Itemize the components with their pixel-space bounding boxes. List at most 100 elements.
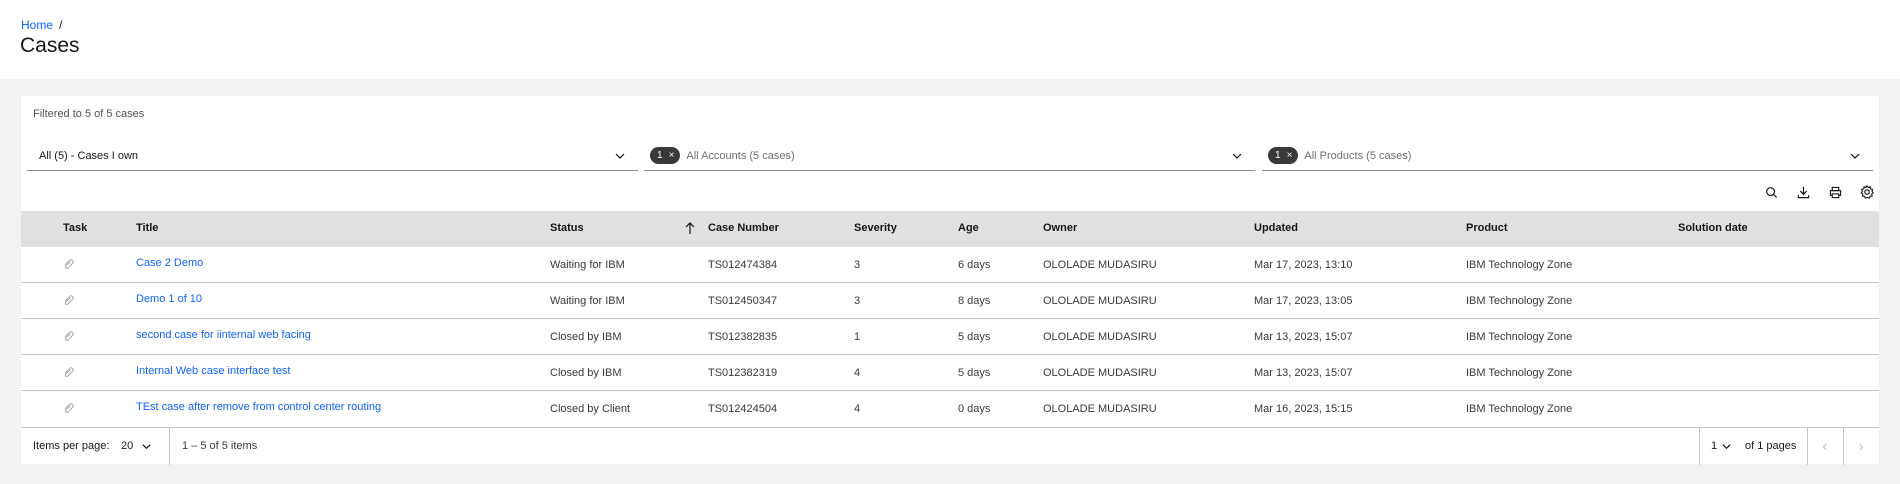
download-icon xyxy=(1797,186,1809,198)
table-row: second case for iinternal web facing Clo… xyxy=(21,319,1879,355)
case-updated: Mar 17, 2023, 13:05 xyxy=(1254,295,1353,307)
products-tag-count: 1 xyxy=(1275,150,1281,161)
case-owner: OLOLADE MUDASIRU xyxy=(1043,331,1157,343)
column-header-owner[interactable]: Owner xyxy=(1043,222,1077,234)
case-owner: OLOLADE MUDASIRU xyxy=(1043,403,1157,415)
case-number: TS012382319 xyxy=(708,367,778,379)
case-title-link[interactable]: Demo 1 of 10 xyxy=(136,293,202,305)
case-updated: Mar 13, 2023, 15:07 xyxy=(1254,331,1353,343)
case-updated: Mar 13, 2023, 15:07 xyxy=(1254,367,1353,379)
case-severity: 4 xyxy=(854,403,861,415)
column-header-title[interactable]: Title xyxy=(136,222,158,234)
case-number: TS012424504 xyxy=(708,403,778,415)
case-status: Closed by IBM xyxy=(550,367,622,379)
case-product: IBM Technology Zone xyxy=(1466,403,1573,415)
case-title-link[interactable]: Internal Web case interface test xyxy=(136,365,291,377)
task-icon[interactable] xyxy=(63,329,75,341)
next-page-button[interactable] xyxy=(1843,428,1879,465)
case-age: 8 days xyxy=(958,295,991,307)
case-age: 6 days xyxy=(958,259,991,271)
page-select[interactable]: 1 xyxy=(1711,440,1732,452)
download-button[interactable] xyxy=(1795,184,1811,200)
view-filter-value: All (5) - Cases I own xyxy=(39,149,139,162)
cases-panel: Filtered to 5 of 5 cases All (5) - Cases… xyxy=(21,96,1879,465)
clear-accounts-icon[interactable]: × xyxy=(669,150,675,161)
task-icon[interactable] xyxy=(63,293,75,305)
settings-button[interactable] xyxy=(1859,184,1875,200)
case-severity: 3 xyxy=(854,295,861,307)
cases-table: Task Title Status Case Number Severity A… xyxy=(21,211,1879,427)
case-status: Waiting for IBM xyxy=(550,295,625,307)
case-age: 5 days xyxy=(958,331,991,343)
clear-products-icon[interactable]: × xyxy=(1287,150,1293,161)
case-product: IBM Technology Zone xyxy=(1466,367,1573,379)
page-header: Home / Cases xyxy=(0,0,1900,79)
table-row: Case 2 Demo Waiting for IBM TS012474384 … xyxy=(21,247,1879,283)
table-toolbar xyxy=(1763,184,1879,200)
column-header-product[interactable]: Product xyxy=(1466,222,1508,234)
case-product: IBM Technology Zone xyxy=(1466,331,1573,343)
chevron-down-icon xyxy=(1722,443,1731,449)
products-filter-tag: 1 × xyxy=(1268,147,1299,164)
case-updated: Mar 16, 2023, 15:15 xyxy=(1254,403,1353,415)
items-per-page-value: 20 xyxy=(121,440,134,452)
print-button[interactable] xyxy=(1827,184,1843,200)
case-severity: 4 xyxy=(854,367,861,379)
item-range: 1 – 5 of 5 items xyxy=(182,440,258,452)
table-header: Task Title Status Case Number Severity A… xyxy=(21,211,1879,247)
previous-page-button[interactable] xyxy=(1807,428,1843,465)
items-per-page-select[interactable]: 20 xyxy=(121,440,152,452)
divider xyxy=(169,428,170,465)
case-status: Closed by Client xyxy=(550,403,631,415)
case-owner: OLOLADE MUDASIRU xyxy=(1043,259,1157,271)
task-icon[interactable] xyxy=(63,401,75,413)
search-icon xyxy=(1765,186,1777,198)
breadcrumb-home-link[interactable]: Home xyxy=(21,18,53,32)
case-status: Closed by IBM xyxy=(550,331,622,343)
accounts-filter-placeholder: All Accounts (5 cases) xyxy=(686,149,795,162)
case-title-link[interactable]: Case 2 Demo xyxy=(136,257,203,269)
case-number: TS012382835 xyxy=(708,331,778,343)
case-number: TS012474384 xyxy=(708,259,778,271)
sort-ascending-icon[interactable] xyxy=(684,221,696,235)
accounts-filter-tag: 1 × xyxy=(650,147,681,164)
accounts-filter-dropdown[interactable]: 1 × All Accounts (5 cases) xyxy=(644,141,1255,171)
column-header-case-number[interactable]: Case Number xyxy=(708,222,779,234)
case-product: IBM Technology Zone xyxy=(1466,259,1573,271)
case-title-link[interactable]: second case for iinternal web facing xyxy=(136,329,311,341)
products-filter-placeholder: All Products (5 cases) xyxy=(1304,149,1412,162)
products-filter-dropdown[interactable]: 1 × All Products (5 cases) xyxy=(1262,141,1873,171)
case-number: TS012450347 xyxy=(708,295,778,307)
breadcrumb-separator: / xyxy=(59,18,63,32)
table-row: Demo 1 of 10 Waiting for IBM TS012450347… xyxy=(21,283,1879,319)
accounts-tag-count: 1 xyxy=(657,150,663,161)
search-button[interactable] xyxy=(1763,184,1779,200)
column-header-task[interactable]: Task xyxy=(63,222,87,234)
task-icon[interactable] xyxy=(63,257,75,269)
case-owner: OLOLADE MUDASIRU xyxy=(1043,295,1157,307)
case-status: Waiting for IBM xyxy=(550,259,625,271)
case-owner: OLOLADE MUDASIRU xyxy=(1043,367,1157,379)
breadcrumb: Home / xyxy=(21,18,62,32)
case-severity: 3 xyxy=(854,259,861,271)
table-row: TEst case after remove from control cent… xyxy=(21,391,1879,427)
case-severity: 1 xyxy=(854,331,861,343)
chevron-down-icon xyxy=(1232,153,1242,159)
items-per-page-label: Items per page: xyxy=(33,440,110,452)
view-filter-dropdown[interactable]: All (5) - Cases I own xyxy=(27,141,638,171)
case-product: IBM Technology Zone xyxy=(1466,295,1573,307)
column-header-status[interactable]: Status xyxy=(550,222,584,234)
column-header-updated[interactable]: Updated xyxy=(1254,222,1298,234)
page-title: Cases xyxy=(20,34,80,57)
case-age: 0 days xyxy=(958,403,991,415)
task-icon[interactable] xyxy=(63,365,75,377)
column-header-solution-date[interactable]: Solution date xyxy=(1678,222,1748,234)
column-header-age[interactable]: Age xyxy=(958,222,979,234)
pagination-bar: Items per page: 20 1 – 5 of 5 items 1 of… xyxy=(21,427,1879,465)
chevron-down-icon xyxy=(1850,153,1860,159)
case-title-link[interactable]: TEst case after remove from control cent… xyxy=(136,401,381,413)
current-page-value: 1 xyxy=(1711,440,1718,452)
case-updated: Mar 17, 2023, 13:10 xyxy=(1254,259,1353,271)
column-header-severity[interactable]: Severity xyxy=(854,222,897,234)
table-row: Internal Web case interface test Closed … xyxy=(21,355,1879,391)
